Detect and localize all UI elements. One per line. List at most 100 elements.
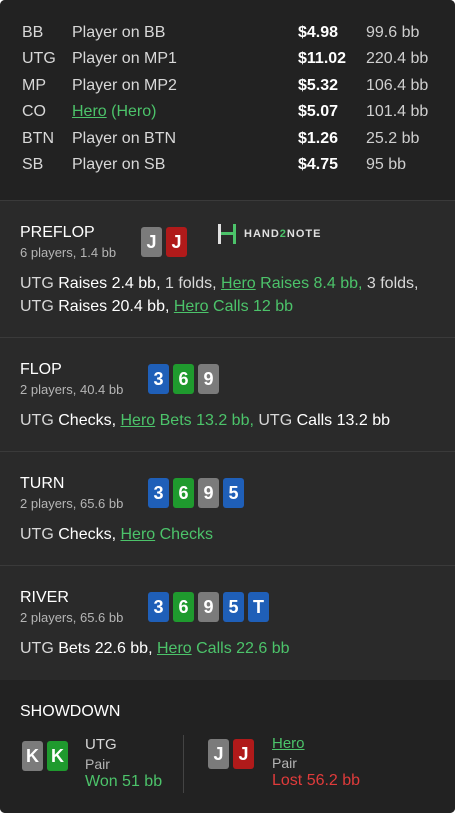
seat-player-name: Player on SB: [72, 156, 166, 173]
seat-position: UTG: [22, 50, 56, 67]
street-pot: 2 players, 65.6 bb: [20, 610, 124, 625]
card-diamond: 5: [223, 592, 244, 622]
card-diamond: 3: [148, 478, 169, 508]
showdown-won-amount: Won 51 bb: [85, 773, 163, 790]
hero-link[interactable]: Hero: [120, 526, 155, 543]
seat-player-name: Hero (Hero): [72, 99, 156, 125]
seat-stack-bb: 99.6 bb: [366, 24, 420, 41]
seat-player-name: Player on BB: [72, 24, 166, 41]
hero-action-text: Calls 22.6 bb: [196, 640, 290, 657]
board-cards: 3 6 9: [148, 364, 219, 394]
card-club: K: [47, 741, 68, 771]
action-line: UTG Raises 2.4 bb, 1 folds, Hero Raises …: [20, 272, 440, 295]
seat-position: BB: [22, 24, 44, 41]
card-diamond: 3: [148, 364, 169, 394]
showdown-hand-rank: Pair: [272, 755, 297, 771]
seat-position: BTN: [22, 130, 54, 147]
board-cards: 3 6 9 5 T: [148, 592, 269, 622]
seat-stack: $11.02: [298, 50, 347, 67]
hero-link[interactable]: Hero: [120, 412, 155, 429]
seat-position: MP: [22, 77, 46, 94]
showdown-lost-amount: Lost 56.2 bb: [272, 772, 361, 789]
card-diamond: T: [248, 592, 269, 622]
hero-tag: (Hero): [111, 103, 157, 120]
card-spade: K: [22, 741, 43, 771]
action-player: UTG: [20, 275, 54, 292]
card-heart: J: [166, 227, 187, 257]
seat-stack: $5.32: [298, 77, 339, 94]
action-player: UTG: [20, 298, 54, 315]
street-actions: UTG Checks, Hero Checks: [20, 523, 440, 546]
card-diamond: 5: [223, 478, 244, 508]
street-actions: UTG Raises 2.4 bb, 1 folds, Hero Raises …: [20, 272, 440, 318]
card-club: 6: [173, 592, 194, 622]
street-title: PREFLOP: [20, 224, 95, 241]
seat-stack: $1.26: [298, 130, 339, 147]
street-pot: 2 players, 40.4 bb: [20, 382, 124, 397]
hero-link[interactable]: Hero: [174, 298, 209, 315]
card-spade: 9: [198, 478, 219, 508]
action-text: Checks,: [58, 412, 117, 429]
street-pot: 6 players, 1.4 bb: [20, 245, 117, 260]
hand2note-logo-icon: [216, 223, 238, 245]
showdown-result-utg: UTG Pair Won 51 bb: [85, 736, 162, 791]
showdown-section: SHOWDOWN K K UTG Pair Won 51 bb J J Hero…: [0, 680, 455, 813]
street-title: FLOP: [20, 361, 62, 378]
turn-section: TURN 2 players, 65.6 bb 3 6 9 5 UTG Chec…: [0, 451, 455, 566]
hero-link[interactable]: Hero: [157, 640, 192, 657]
card-heart: J: [233, 739, 254, 769]
card-spade: J: [208, 739, 229, 769]
street-title: RIVER: [20, 589, 69, 606]
hero-action-text: Checks: [159, 526, 213, 543]
action-text: Checks,: [58, 526, 117, 543]
action-text: Raises 2.4 bb,: [58, 275, 161, 292]
action-text: 1 folds,: [164, 275, 217, 292]
seat-stack: $5.07: [298, 103, 339, 120]
hero-link[interactable]: Hero: [72, 103, 107, 120]
card-club: 6: [173, 364, 194, 394]
seat-row: BB Player on BB $4.98 99.6 bb: [0, 20, 455, 46]
street-actions: UTG Bets 22.6 bb, Hero Calls 22.6 bb: [20, 637, 440, 660]
action-player: UTG: [20, 640, 54, 657]
board-cards: 3 6 9 5: [148, 478, 244, 508]
flop-section: FLOP 2 players, 40.4 bb 3 6 9 UTG Checks…: [0, 337, 455, 452]
card-spade: 9: [198, 592, 219, 622]
seat-row: MP Player on MP2 $5.32 106.4 bb: [0, 73, 455, 99]
hand2note-logo-text: HAND2NOTE: [244, 228, 322, 240]
seat-row: UTG Player on MP1 $11.02 220.4 bb: [0, 46, 455, 72]
showdown-result-hero: Hero Pair Lost 56.2 bb: [272, 735, 360, 790]
card-club: 6: [173, 478, 194, 508]
street-pot: 2 players, 65.6 bb: [20, 496, 124, 511]
action-text: 3 folds,: [366, 275, 419, 292]
seat-position: CO: [22, 103, 46, 120]
hand-history-panel: BB Player on BB $4.98 99.6 bb UTG Player…: [0, 0, 455, 813]
seat-row: SB Player on SB $4.75 95 bb: [0, 152, 455, 178]
action-text: Raises 20.4 bb,: [58, 298, 170, 315]
seat-list: BB Player on BB $4.98 99.6 bb UTG Player…: [0, 0, 455, 200]
hero-action-text: Raises 8.4 bb,: [260, 275, 363, 292]
hand2note-logo: HAND2NOTE: [216, 223, 321, 245]
hero-link[interactable]: Hero: [272, 735, 360, 752]
hero-action-text: Bets 13.2 bb,: [159, 412, 254, 429]
seat-row-hero: CO Hero (Hero) $5.07 101.4 bb: [0, 99, 455, 125]
showdown-cards-hero: J J: [208, 739, 254, 769]
seat-stack-bb: 25.2 bb: [366, 130, 420, 147]
showdown-hand-rank: Pair: [85, 756, 110, 772]
action-player: UTG: [258, 412, 293, 429]
hole-cards: J J: [141, 227, 187, 257]
seat-player-name: Player on MP2: [72, 77, 177, 94]
hero-link[interactable]: Hero: [221, 275, 256, 292]
seat-stack-bb: 101.4 bb: [366, 103, 429, 120]
river-section: RIVER 2 players, 65.6 bb 3 6 9 5 T UTG B…: [0, 565, 455, 681]
action-text: Calls 13.2 bb: [296, 412, 390, 429]
seat-stack: $4.98: [298, 24, 339, 41]
seat-stack-bb: 220.4 bb: [366, 50, 429, 67]
card-diamond: 3: [148, 592, 169, 622]
street-title: SHOWDOWN: [20, 703, 121, 720]
action-player: UTG: [20, 412, 54, 429]
card-spade: J: [141, 227, 162, 257]
showdown-divider: [183, 735, 184, 793]
seat-stack: $4.75: [298, 156, 339, 173]
showdown-player-name: UTG: [85, 736, 117, 753]
street-actions: UTG Checks, Hero Bets 13.2 bb, UTG Calls…: [20, 409, 440, 432]
